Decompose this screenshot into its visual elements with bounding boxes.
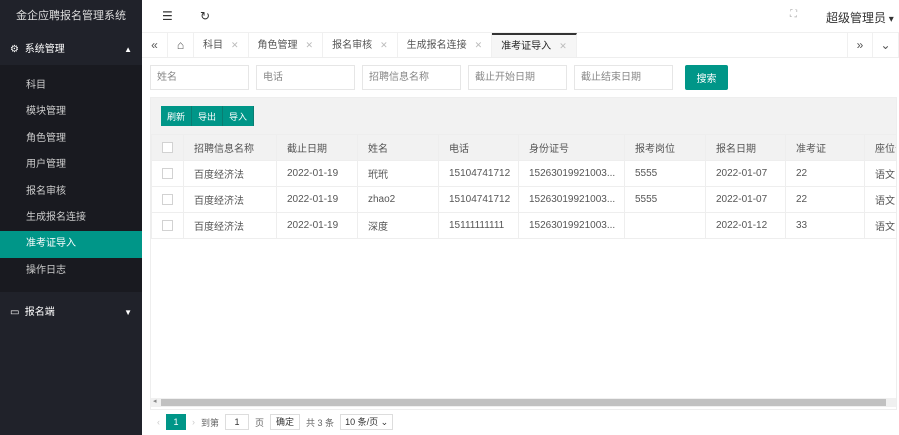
window-icon: ▭	[10, 307, 20, 319]
data-table: 招聘信息名称截止日期姓名电话身份证号报考岗位报名日期准考证座位号 百度经济法20…	[151, 134, 896, 239]
table-cell: 33	[785, 212, 865, 239]
table-cell: 5555	[624, 160, 706, 187]
table-cell: 22	[785, 186, 865, 213]
app-title: 金企应聘报名管理系统	[0, 0, 142, 33]
scroll-right-icon[interactable]: »	[847, 33, 873, 57]
close-icon[interactable]: ✕	[475, 40, 483, 50]
close-icon[interactable]: ✕	[559, 41, 567, 51]
table-cell: 深度	[357, 212, 439, 239]
tab[interactable]: 科目 ✕	[194, 33, 249, 57]
phone-input[interactable]	[256, 65, 355, 90]
sidebar-item[interactable]: 生成报名连接	[0, 205, 142, 231]
close-icon[interactable]: ✕	[306, 40, 314, 50]
table-cell: 22	[785, 160, 865, 187]
refresh-button[interactable]: 刷新	[161, 106, 193, 126]
table-cell: 语文	[864, 212, 896, 239]
table-cell: 2022-01-19	[276, 160, 358, 187]
table-cell: 15104741712	[438, 160, 519, 187]
scroll-left-icon[interactable]: «	[142, 33, 168, 57]
next-page-icon[interactable]: ›	[192, 417, 195, 427]
sidebar-group-system[interactable]: ⚙ 系统管理 ▲	[0, 35, 142, 65]
row-checkbox[interactable]	[151, 186, 184, 213]
table-cell: 2022-01-12	[705, 212, 786, 239]
table-row: 百度经济法 2022-01-19 玳玳 15104741712 152630199210…	[151, 160, 896, 187]
sidebar-item[interactable]: 准考证导入	[0, 231, 142, 258]
table-cell: 15263019921003...	[518, 160, 625, 187]
table-row: 百度经济法 2022-01-19 深度 15111111111 152630199210…	[151, 212, 896, 239]
import-button[interactable]: 导入	[223, 106, 255, 126]
user-menu[interactable]: 超级管理员 ▾	[826, 9, 894, 26]
column-header: 身份证号	[518, 134, 625, 161]
refresh-icon[interactable]: ↻	[200, 9, 210, 23]
column-header: 姓名	[357, 134, 439, 161]
search-button[interactable]: 搜索	[685, 65, 728, 90]
table-cell: 15263019921003...	[518, 186, 625, 213]
chevron-down-icon[interactable]: ⌄	[873, 33, 899, 57]
name-input[interactable]	[150, 65, 249, 90]
confirm-button[interactable]: 确定	[270, 414, 301, 430]
row-checkbox[interactable]	[151, 212, 184, 239]
caret-up-icon: ▲	[124, 45, 132, 54]
column-header: 截止日期	[276, 134, 358, 161]
caret-down-icon: ▼	[124, 308, 132, 318]
column-header: 准考证	[785, 134, 865, 161]
table-cell: 语文	[864, 160, 896, 187]
tab[interactable]: 角色管理 ✕	[249, 33, 324, 57]
tab[interactable]: 生成报名连接 ✕	[398, 33, 493, 57]
home-icon[interactable]: ⌂	[168, 33, 194, 57]
table-cell: 百度经济法	[183, 212, 277, 239]
table-cell: 玳玳	[357, 160, 439, 187]
table-cell: zhao2	[357, 186, 439, 213]
export-button[interactable]: 导出	[192, 106, 224, 126]
table-cell: 语文	[864, 186, 896, 213]
column-header: 座位号	[864, 134, 896, 161]
sidebar-item[interactable]: 科目	[0, 73, 142, 99]
sidebar-item[interactable]: 角色管理	[0, 126, 142, 152]
table-cell: 2022-01-19	[276, 212, 358, 239]
total-count: 共 3 条	[306, 417, 335, 428]
column-header: 报考岗位	[624, 134, 706, 161]
job-name-input[interactable]	[362, 65, 461, 90]
table-cell: 2022-01-07	[705, 160, 786, 187]
close-icon[interactable]: ✕	[231, 40, 239, 50]
prev-page-icon[interactable]: ‹	[157, 417, 160, 427]
sidebar: 金企应聘报名管理系统 ⚙ 系统管理 ▲ 科目 模块管理 角色管理 用户管理 报名审核 生成报…	[0, 0, 142, 435]
sidebar-item[interactable]: 模块管理	[0, 99, 142, 125]
table-cell: 15263019921003...	[518, 212, 625, 239]
column-header: 电话	[438, 134, 519, 161]
table-cell	[624, 212, 706, 239]
table-cell: 15104741712	[438, 186, 519, 213]
close-icon[interactable]: ✕	[380, 40, 388, 50]
goto-page-input[interactable]: 1	[225, 414, 250, 430]
table-cell: 百度经济法	[183, 160, 277, 187]
end-date-input[interactable]	[574, 65, 673, 90]
table-cell: 百度经济法	[183, 186, 277, 213]
tab[interactable]: 报名审核 ✕	[323, 33, 398, 57]
select-all-checkbox[interactable]	[151, 134, 184, 161]
column-header: 报名日期	[705, 134, 786, 161]
table-cell: 2022-01-07	[705, 186, 786, 213]
sidebar-group-signup[interactable]: ▭ 报名端 ▼	[0, 298, 142, 328]
fullscreen-icon[interactable]: ⛶	[790, 9, 797, 20]
page-1[interactable]: 1	[166, 414, 186, 430]
table-cell: 5555	[624, 186, 706, 213]
sidebar-item[interactable]: 报名审核	[0, 179, 142, 205]
menu-toggle-icon[interactable]: ☰	[162, 9, 173, 23]
table-cell: 2022-01-19	[276, 186, 358, 213]
start-date-input[interactable]	[468, 65, 567, 90]
tab-bar: « ⌂ 科目 ✕ 角色管理 ✕ 报名审核 ✕ 生成报名连接 ✕ 准考证导入 ✕ » ⌄	[142, 33, 899, 58]
tab[interactable]: 准考证导入 ✕	[492, 33, 577, 57]
table-cell: 15111111111	[438, 212, 519, 239]
table-row: 百度经济法 2022-01-19 zhao2 15104741712 152630199…	[151, 186, 896, 213]
gear-icon: ⚙	[10, 44, 19, 55]
page-size-select[interactable]: 10 条/页 ⌄	[340, 414, 394, 430]
horizontal-scrollbar[interactable]: ◂	[151, 398, 896, 407]
column-header: 招聘信息名称	[183, 134, 277, 161]
sidebar-item[interactable]: 用户管理	[0, 152, 142, 178]
pagination: ‹ 1 › 到第 1 页 确定 共 3 条 10 条/页 ⌄	[157, 414, 394, 430]
sidebar-item[interactable]: 操作日志	[0, 258, 142, 284]
row-checkbox[interactable]	[151, 160, 184, 187]
